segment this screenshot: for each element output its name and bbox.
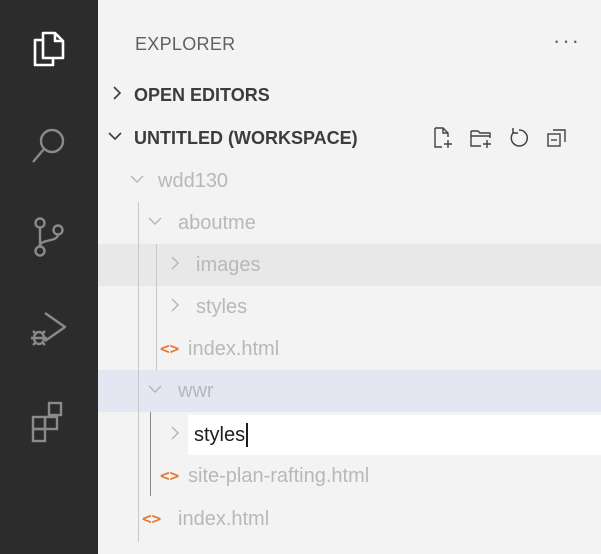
refresh-icon[interactable] (504, 123, 534, 153)
tree-label: index.html (188, 338, 280, 360)
rename-input[interactable]: styles (188, 415, 601, 455)
tree-label: aboutme (178, 212, 256, 234)
tree-folder-rename[interactable]: styles (98, 414, 601, 456)
run-debug-icon[interactable] (24, 304, 74, 354)
tree-label: wdd130 (158, 170, 229, 192)
tree-label: site-plan-rafting.html (188, 465, 370, 487)
tree-folder-wdd130[interactable]: wdd130 (98, 160, 601, 202)
chevron-right-icon (168, 256, 182, 270)
source-control-icon[interactable] (24, 212, 74, 262)
indent-guide-active (150, 412, 151, 496)
tree-file-index-html[interactable]: <> index.html (98, 328, 601, 370)
workspace-section[interactable]: UNTITLED (WORKSPACE) (98, 117, 601, 159)
explorer-icon[interactable] (24, 23, 74, 73)
tree-label: images (196, 254, 261, 276)
tree-folder-wwr[interactable]: wwr (98, 370, 601, 412)
indent-guide (138, 202, 139, 542)
explorer-sidebar: EXPLORER ··· OPEN EDITORS UNTITLED (WORK… (98, 0, 601, 554)
indent-guide (156, 244, 157, 370)
tree-label: styles (196, 296, 248, 318)
explorer-title: EXPLORER (135, 34, 236, 54)
workspace-label: UNTITLED (WORKSPACE) (134, 128, 358, 148)
chevron-down-icon (108, 129, 122, 143)
workspace-actions (428, 123, 572, 153)
chevron-right-icon (168, 298, 182, 312)
chevron-right-icon (168, 426, 182, 440)
chevron-down-icon (130, 172, 144, 186)
text-caret (246, 423, 249, 447)
collapse-all-icon[interactable] (542, 123, 572, 153)
new-folder-icon[interactable] (466, 123, 496, 153)
new-file-icon[interactable] (428, 123, 458, 153)
tree-folder-aboutme[interactable]: aboutme (98, 202, 601, 244)
tree-file-site-plan[interactable]: <> site-plan-rafting.html (98, 455, 601, 497)
tree-label: index.html (178, 508, 270, 530)
html-file-icon: <> (160, 466, 180, 485)
activity-bar (0, 0, 98, 554)
search-icon[interactable] (24, 121, 74, 171)
chevron-down-icon (148, 214, 162, 228)
html-file-icon: <> (160, 339, 180, 358)
chevron-down-icon (148, 382, 162, 396)
explorer-header: EXPLORER ··· (98, 22, 601, 66)
open-editors-label: OPEN EDITORS (134, 85, 270, 105)
tree-folder-styles[interactable]: styles (98, 286, 601, 328)
tree-label: wwr (178, 380, 214, 402)
chevron-right-icon (110, 86, 124, 100)
extensions-icon[interactable] (24, 396, 74, 446)
rename-input-value: styles (194, 423, 246, 446)
tree-file-root-index[interactable]: <> index.html (98, 498, 601, 540)
html-file-icon: <> (142, 509, 162, 528)
more-actions-button[interactable]: ··· (553, 28, 581, 54)
open-editors-section[interactable]: OPEN EDITORS (98, 74, 601, 116)
tree-folder-images[interactable]: images (98, 244, 601, 286)
